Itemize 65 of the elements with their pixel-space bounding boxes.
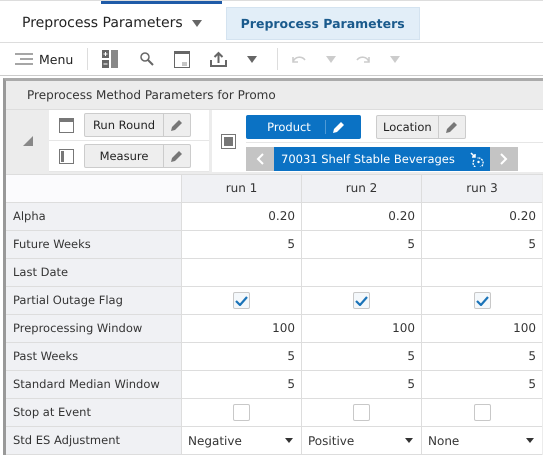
table-cell[interactable]: 0.20 bbox=[181, 203, 301, 231]
dropdown[interactable]: Negative bbox=[181, 427, 301, 455]
panel-title: Preprocess Method Parameters for Promo bbox=[26, 87, 277, 104]
checkbox[interactable] bbox=[474, 404, 490, 421]
pencil-icon bbox=[444, 120, 459, 134]
table-cell[interactable]: 100 bbox=[301, 315, 421, 343]
column-header: run 2 bbox=[301, 175, 421, 203]
row-header: Standard Median Window bbox=[6, 371, 181, 399]
dropdown[interactable]: None bbox=[421, 427, 542, 455]
table-cell[interactable]: 5 bbox=[421, 371, 542, 399]
row-header: Std ES Adjustment bbox=[6, 427, 181, 455]
pencil-icon bbox=[332, 120, 346, 134]
row-header: Future Weeks bbox=[6, 231, 181, 259]
column-header: run 3 bbox=[421, 175, 542, 203]
menu-button[interactable]: Menu bbox=[15, 52, 74, 66]
row-header: Last Date bbox=[6, 259, 181, 287]
caret-icon bbox=[405, 438, 413, 443]
pencil-icon bbox=[170, 149, 184, 163]
layout-page-icon[interactable] bbox=[221, 134, 236, 148]
row-header: Preprocessing Window bbox=[6, 315, 181, 343]
calendar-icon[interactable] bbox=[174, 50, 190, 68]
checkbox[interactable] bbox=[353, 404, 370, 421]
dropdown[interactable]: Positive bbox=[301, 427, 421, 455]
table-cell[interactable]: 100 bbox=[181, 315, 301, 343]
expand-collapse-icon[interactable] bbox=[102, 50, 120, 68]
checkbox[interactable] bbox=[474, 292, 490, 309]
table-cell[interactable]: 5 bbox=[301, 231, 421, 259]
upload-icon[interactable] bbox=[210, 51, 228, 67]
layout-column-icon[interactable] bbox=[59, 148, 74, 164]
pencil-icon bbox=[170, 118, 184, 132]
table-cell[interactable] bbox=[181, 259, 301, 287]
table-cell[interactable]: 0.20 bbox=[421, 203, 542, 231]
table-cell[interactable]: 0.20 bbox=[301, 203, 421, 231]
table-cell[interactable]: 5 bbox=[181, 231, 301, 259]
caret-icon[interactable] bbox=[247, 56, 258, 62]
row-header: Alpha bbox=[6, 203, 181, 231]
row-header: Partial Outage Flag bbox=[6, 287, 181, 315]
checkbox[interactable] bbox=[233, 404, 250, 421]
table-cell[interactable]: 5 bbox=[421, 231, 542, 259]
table-cell[interactable] bbox=[421, 259, 542, 287]
table-cell[interactable]: 5 bbox=[301, 371, 421, 399]
search-icon[interactable] bbox=[140, 52, 154, 66]
table-cell[interactable] bbox=[301, 259, 421, 287]
row-header: Stop at Event bbox=[6, 399, 181, 427]
table-cell[interactable]: 5 bbox=[301, 343, 421, 371]
chevron-right-icon bbox=[500, 153, 508, 165]
triangle-icon[interactable] bbox=[22, 136, 32, 146]
table-cell[interactable]: 100 bbox=[421, 315, 542, 343]
checkbox[interactable] bbox=[353, 292, 370, 309]
reset-icon bbox=[468, 152, 484, 166]
row-header: Past Weeks bbox=[6, 343, 181, 371]
member-selector[interactable]: 70031 Shelf Stable Beverages bbox=[274, 147, 490, 171]
table-cell[interactable]: 5 bbox=[181, 343, 301, 371]
caret-icon bbox=[192, 20, 202, 26]
caret-icon bbox=[285, 438, 293, 443]
checkbox[interactable] bbox=[233, 292, 250, 309]
table-cell[interactable]: 5 bbox=[421, 343, 542, 371]
caret-icon bbox=[526, 438, 534, 443]
column-header: run 1 bbox=[181, 175, 301, 203]
menu-icon bbox=[15, 53, 33, 65]
page-title-dropdown[interactable]: Preprocess Parameters bbox=[22, 15, 202, 31]
layout-row-icon[interactable] bbox=[59, 118, 74, 132]
table-cell[interactable]: 5 bbox=[181, 371, 301, 399]
tab[interactable]: Preprocess Parameters bbox=[226, 6, 420, 40]
chevron-left-icon bbox=[256, 153, 264, 165]
